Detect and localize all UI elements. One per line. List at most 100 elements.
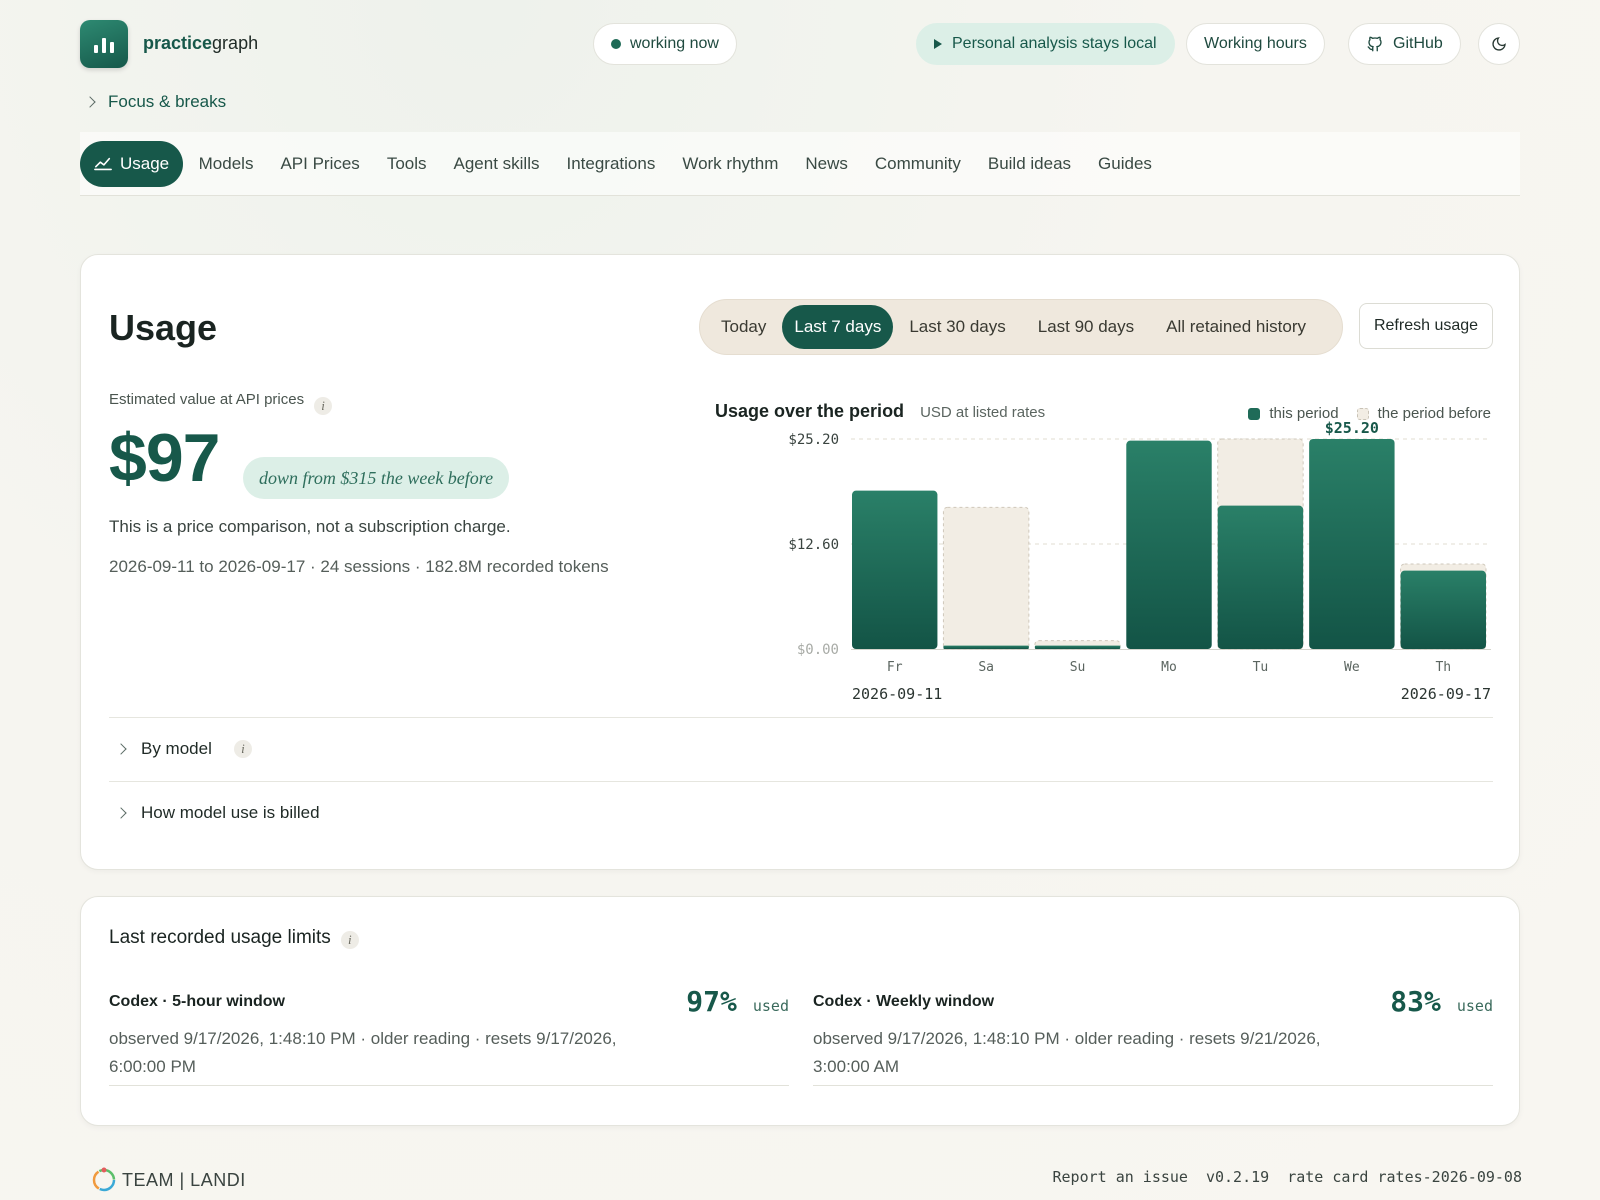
github-label: GitHub <box>1393 35 1443 52</box>
divider <box>109 781 1493 782</box>
team-landi-logo[interactable]: TEAM | LANDI <box>90 1166 246 1194</box>
version-label: v0.2.19 <box>1205 1168 1270 1186</box>
brand-name: practicegraph <box>143 33 259 53</box>
breadcrumb-focus-breaks[interactable]: Focus & breaks <box>84 92 227 112</box>
limit-observed: observed 9/17/2026, 1:48:10 PM · older r… <box>813 1029 1321 1076</box>
chevron-right-icon <box>115 807 127 819</box>
nav-tab-integrations[interactable]: Integrations <box>553 141 669 187</box>
x-tick-label: We <box>1344 660 1360 675</box>
estimated-value-label: Estimated value at API prices i <box>109 383 333 415</box>
usage-title: Usage <box>109 307 218 348</box>
nav-tab-agent-skills[interactable]: Agent skills <box>440 141 553 187</box>
bar-this-period <box>1400 570 1486 649</box>
bar-this-period <box>1217 505 1304 649</box>
usage-limits-card: Last recorded usage limits i Codex · 5-h… <box>80 896 1520 1126</box>
period-last-30-days[interactable]: Last 30 days <box>893 305 1021 349</box>
bar-this-period <box>943 645 1029 649</box>
bar-previous-period <box>942 506 1030 650</box>
usage-card: Usage Today Last 7 days Last 30 days Las… <box>80 254 1520 870</box>
limit-used-label: used <box>752 997 789 1015</box>
team-logo-text: TEAM | LANDI <box>122 1169 246 1190</box>
y-tick-label: $12.60 <box>788 537 839 553</box>
by-model-toggle[interactable]: By model i <box>115 739 252 759</box>
y-tick-label: $0.00 <box>797 642 839 658</box>
status-dot-icon <box>611 39 621 49</box>
bar-this-period <box>852 490 938 649</box>
nav-tab-tools[interactable]: Tools <box>373 141 440 187</box>
nav-tab-models[interactable]: Models <box>185 141 267 187</box>
rate-card-label: rate card rates-2026-09-08 <box>1287 1168 1522 1186</box>
info-icon[interactable]: i <box>233 740 252 758</box>
period-last-7-days[interactable]: Last 7 days <box>782 305 894 349</box>
working-hours-button[interactable]: Working hours <box>1186 23 1325 65</box>
limit-percent-value: 83% <box>1390 985 1441 1018</box>
by-model-label: By model <box>141 739 212 758</box>
nav-tab-work-rhythm[interactable]: Work rhythm <box>669 141 792 187</box>
x-tick-label: Sa <box>978 660 994 675</box>
limit-item-5-hour: Codex · 5-hour window 97% used observed … <box>109 985 789 1081</box>
period-all-history[interactable]: All retained history <box>1150 305 1322 349</box>
limits-title: Last recorded usage limits i <box>109 927 359 949</box>
breadcrumb-label: Focus & breaks <box>108 92 227 111</box>
divider <box>109 717 1493 718</box>
limit-percentage: 97% used <box>686 985 789 1018</box>
nav-tab-api-prices[interactable]: API Prices <box>267 141 373 187</box>
limit-used-label: used <box>1456 997 1493 1015</box>
line-chart-icon <box>94 157 112 170</box>
y-tick-label: $25.20 <box>788 432 839 448</box>
x-tick-label: Fr <box>887 660 903 675</box>
limit-percentage: 83% used <box>1390 985 1493 1018</box>
limit-observed: observed 9/17/2026, 1:48:10 PM · older r… <box>109 1029 617 1076</box>
nav-tab-community[interactable]: Community <box>861 141 974 187</box>
billing-label: How model use is billed <box>141 803 320 822</box>
local-analysis-label: Personal analysis stays local <box>952 35 1157 52</box>
divider <box>813 1085 1493 1086</box>
x-tick-label: Tu <box>1253 660 1269 675</box>
chevron-right-icon <box>115 743 127 755</box>
chevron-right-icon <box>84 96 96 108</box>
nav-tab-news[interactable]: News <box>792 141 862 187</box>
range-end-label: 2026-09-17 <box>1401 685 1491 703</box>
range-start-label: 2026-09-11 <box>852 685 942 703</box>
app-logo[interactable] <box>80 20 128 68</box>
refresh-usage-button[interactable]: Refresh usage <box>1359 303 1493 349</box>
divider <box>109 1085 789 1086</box>
team-logo-icon <box>92 1167 116 1192</box>
nav-tab-usage[interactable]: Usage <box>80 140 184 187</box>
bar-this-period <box>1126 440 1212 649</box>
local-analysis-pill[interactable]: Personal analysis stays local <box>916 23 1175 65</box>
working-hours-label: Working hours <box>1204 35 1307 52</box>
x-tick-label: Su <box>1070 660 1086 675</box>
period-selector: Today Last 7 days Last 30 days Last 90 d… <box>699 299 1343 355</box>
main-nav: Usage Models API Prices Tools Agent skil… <box>80 132 1520 196</box>
app-header: practicegraph working now Personal analy… <box>80 20 1520 68</box>
info-icon[interactable]: i <box>340 931 359 949</box>
limit-percent-value: 97% <box>686 985 737 1018</box>
play-icon <box>934 39 942 49</box>
period-last-90-days[interactable]: Last 90 days <box>1022 305 1150 349</box>
github-button[interactable]: GitHub <box>1348 23 1461 65</box>
github-icon <box>1367 36 1382 52</box>
footer-links: Report an issue v0.2.19 rate card rates-… <box>1053 1168 1523 1186</box>
period-today[interactable]: Today <box>705 305 782 349</box>
peak-value-label: $25.20 <box>1325 419 1379 437</box>
billing-toggle[interactable]: How model use is billed <box>115 803 320 823</box>
bar-this-period <box>1309 439 1395 649</box>
report-issue-link[interactable]: Report an issue <box>1053 1168 1188 1186</box>
nav-tab-guides[interactable]: Guides <box>1085 141 1166 187</box>
period-summary: 2026-09-11 to 2026-09-17 · 24 sessions ·… <box>109 557 609 576</box>
bar-this-period <box>1034 645 1121 649</box>
x-tick-label: Th <box>1435 660 1451 675</box>
theme-toggle-button[interactable] <box>1478 23 1520 65</box>
estimated-value-text: Estimated value at API prices <box>109 390 305 408</box>
moon-icon <box>1492 37 1506 51</box>
working-status-pill[interactable]: working now <box>593 23 737 65</box>
nav-tab-label: Usage <box>120 153 170 173</box>
info-icon[interactable]: i <box>314 397 333 415</box>
price-disclaimer: This is a price comparison, not a subscr… <box>109 517 511 536</box>
estimated-value: $97 <box>109 420 220 496</box>
limits-title-text: Last recorded usage limits <box>109 927 331 948</box>
nav-tab-build-ideas[interactable]: Build ideas <box>974 141 1084 187</box>
limit-item-weekly: Codex · Weekly window 83% used observed … <box>813 985 1493 1081</box>
x-tick-label: Mo <box>1161 660 1177 675</box>
